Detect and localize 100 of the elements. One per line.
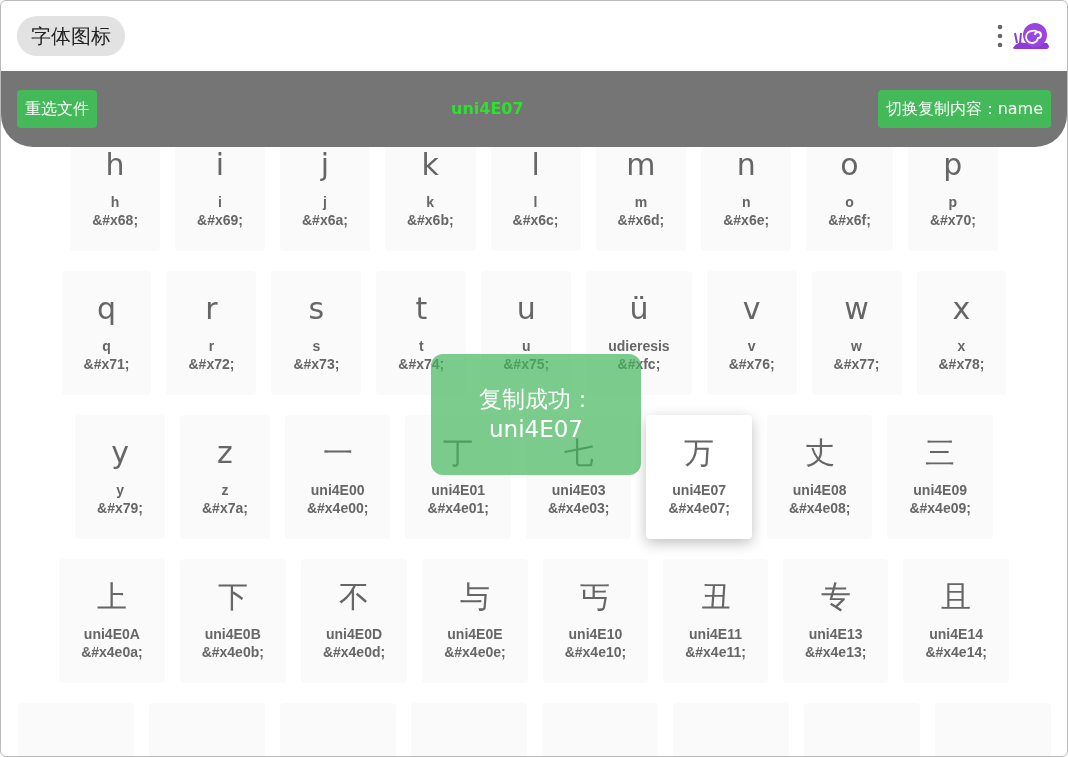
glyph-preview: r	[205, 290, 218, 327]
glyph-preview: 丈	[804, 434, 835, 471]
glyph-name: h	[110, 192, 120, 211]
glyph-card[interactable]: h h &#x68;	[70, 147, 161, 251]
glyph-card[interactable]: 一 uni4E00 &#x4e00;	[284, 415, 391, 539]
glyph-preview: 与	[459, 578, 490, 615]
glyph-name: uni4E09	[913, 480, 967, 499]
glyph-code: &#x4e14;	[925, 642, 987, 661]
glyph-card[interactable]: w w &#x77;	[811, 271, 902, 395]
glyph-preview: i	[215, 146, 225, 183]
glyph-code: &#x4e0e;	[444, 642, 506, 661]
glyph-card[interactable]: z z &#x7a;	[180, 415, 270, 539]
glyph-card[interactable]: i i &#x69;	[175, 147, 265, 251]
glyph-code: &#x6c;	[512, 210, 559, 229]
glyph-name: uni4E0E	[447, 624, 503, 643]
glyph-code: &#x78;	[938, 354, 985, 373]
glyph-card[interactable]: y y &#x79;	[75, 415, 165, 539]
glyph-name: m	[634, 192, 648, 211]
glyph-name: uni4E0A	[83, 624, 140, 643]
glyph-card[interactable]: 上 uni4E0A &#x4e0a;	[59, 559, 165, 683]
glyph-card[interactable]: n n &#x6e;	[701, 147, 792, 251]
glyph-preview: 丐	[580, 578, 611, 615]
glyph-name: udieresis	[608, 336, 670, 355]
glyph-preview: q	[97, 290, 117, 327]
glyph-code: &#x73;	[293, 354, 340, 373]
glyph-name: y	[116, 480, 124, 499]
glyph-name: i	[218, 192, 222, 211]
glyph-code: &#x68;	[92, 210, 139, 229]
glyph-name: p	[948, 192, 958, 211]
glyph-preview: j	[320, 146, 330, 183]
glyph-name: uni4E13	[808, 624, 863, 643]
glyph-preview: 丑	[700, 578, 731, 615]
glyph-card[interactable]: k k &#x6b;	[384, 147, 476, 251]
glyph-code: &#x6f;	[828, 210, 871, 229]
glyph-preview: m	[626, 146, 656, 183]
glyph-preview: 万	[684, 434, 715, 471]
glyph-card[interactable]: s s &#x73;	[271, 271, 362, 395]
glyph-name: l	[533, 192, 538, 211]
glyph-name: j	[323, 192, 327, 211]
glyph-preview: 且	[941, 578, 972, 615]
glyph-card[interactable]: 专 uni4E13 &#x4e13;	[782, 559, 889, 683]
glyph-card[interactable]: l l &#x6c;	[490, 147, 581, 251]
glyph-card[interactable]: x x &#x78;	[916, 271, 1007, 395]
glyph-name: w	[851, 336, 862, 355]
glyph-card[interactable]: 不 uni4E0D &#x4e0d;	[300, 559, 408, 683]
glyph-code: &#x4e03;	[547, 498, 610, 517]
glyph-name: uni4E00	[310, 480, 365, 499]
glyph-card[interactable]: j j &#x6a;	[280, 147, 370, 251]
glyph-card[interactable]: 丑 uni4E11 &#x4e11;	[663, 559, 768, 683]
glyph-card[interactable]: 丐 uni4E10 &#x4e10;	[542, 559, 649, 683]
glyph-name: uni4E07	[672, 480, 726, 499]
glyph-preview: w	[844, 290, 869, 327]
glyph-preview: h	[105, 146, 125, 183]
glyph-name: uni4E11	[689, 624, 742, 643]
glyph-name: o	[845, 192, 854, 211]
glyph-preview: z	[217, 434, 233, 471]
glyph-card[interactable]: m m &#x6d;	[595, 147, 687, 251]
glyph-name: t	[418, 336, 424, 355]
glyph-preview: o	[840, 146, 859, 183]
more-menu-icon[interactable]	[997, 24, 1003, 48]
glyph-name: uni4E0B	[204, 624, 261, 643]
glyph-name: uni4E03	[551, 480, 606, 499]
glyph-code: &#x70;	[929, 210, 976, 229]
glyph-preview: k	[421, 146, 439, 183]
glyph-card[interactable]: q q &#x71;	[61, 271, 152, 395]
glyph-card[interactable]: 与 uni4E0E &#x4e0e;	[422, 559, 528, 683]
glyph-preview: n	[736, 146, 756, 183]
glyph-card[interactable]: 下 uni4E0B &#x4e0b;	[179, 559, 286, 683]
glyph-name: v	[747, 336, 756, 355]
glyph-code: &#x6a;	[302, 210, 348, 229]
glyph-card[interactable]: v v &#x76;	[706, 271, 797, 395]
glyph-name: k	[426, 192, 435, 211]
glyph-code: &#x69;	[197, 210, 243, 229]
glyph-name: x	[957, 336, 966, 355]
glyph-code: &#x6d;	[617, 210, 665, 229]
glyph-card[interactable]: 且 uni4E14 &#x4e14;	[903, 559, 1009, 683]
glyph-name: z	[221, 480, 229, 499]
glyph-code: &#x4e09;	[909, 498, 971, 517]
glyph-preview: t	[415, 290, 428, 327]
glyph-code: &#x7a;	[202, 498, 248, 517]
glyph-preview: x	[952, 290, 971, 327]
glyph-name: s	[312, 336, 321, 355]
glyph-card[interactable]: r r &#x72;	[166, 271, 257, 395]
app-title: 字体图标	[17, 16, 125, 56]
glyph-code: &#x6b;	[406, 210, 454, 229]
glyph-code: &#x79;	[97, 498, 143, 517]
glyph-code: &#x4e10;	[564, 642, 627, 661]
glyph-name: uni4E10	[568, 624, 623, 643]
glyph-preview: y	[111, 434, 129, 471]
glyph-card[interactable]: 万 uni4E07 &#x4e07;	[646, 415, 752, 539]
glyph-code: &#x77;	[833, 354, 880, 373]
glyph-preview: ü	[629, 290, 649, 327]
glyph-code: &#x4e01;	[427, 498, 489, 517]
glyph-name: n	[741, 192, 751, 211]
glyph-preview: 一	[322, 434, 353, 471]
glyph-card[interactable]: 丈 uni4E08 &#x4e08;	[766, 415, 873, 539]
glyph-card[interactable]: o o &#x6f;	[806, 147, 893, 251]
glyph-card[interactable]: 三 uni4E09 &#x4e09;	[887, 415, 993, 539]
glyph-card[interactable]: p p &#x70;	[907, 147, 998, 251]
glyph-preview: 上	[96, 578, 127, 615]
